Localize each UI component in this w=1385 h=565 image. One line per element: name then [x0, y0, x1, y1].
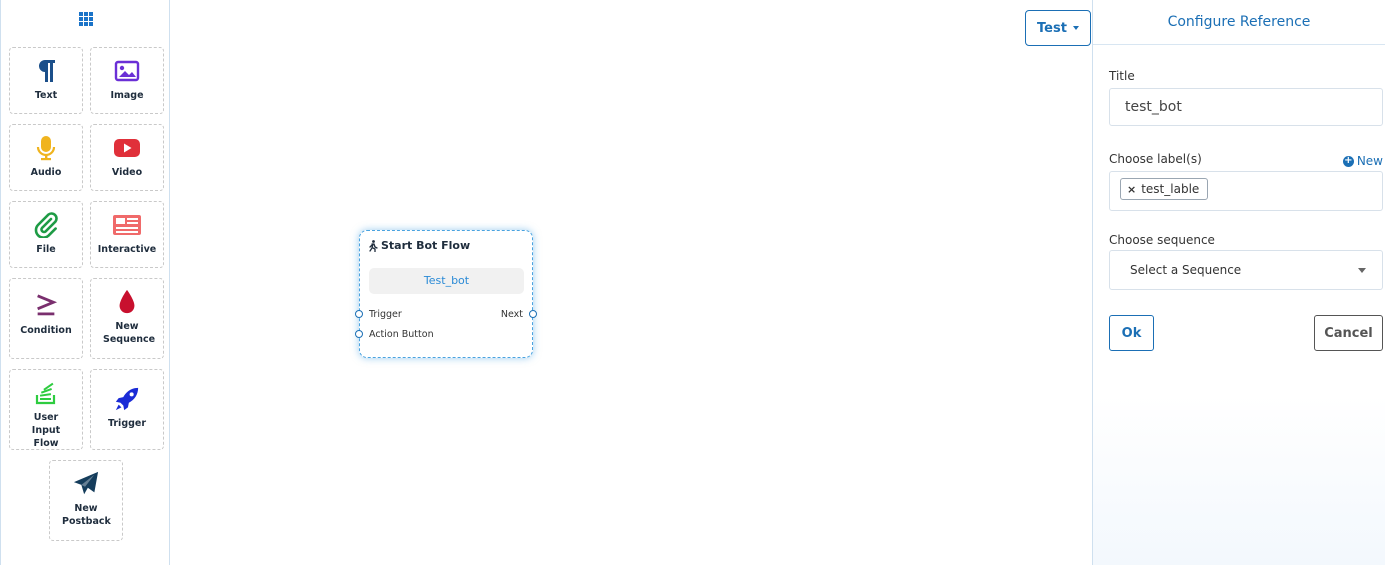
- test-button-label: Test: [1037, 20, 1067, 36]
- new-link-text: New: [1356, 154, 1383, 168]
- microphone-icon: [36, 136, 56, 161]
- palette-condition[interactable]: Condition: [9, 278, 83, 359]
- palette-text[interactable]: Text: [9, 47, 83, 114]
- start-bot-flow-node[interactable]: Start Bot Flow Test_bot Trigger Next Act…: [355, 230, 537, 358]
- remove-label-icon[interactable]: ×: [1127, 183, 1136, 196]
- flow-canvas[interactable]: [170, 0, 1092, 565]
- palette-file[interactable]: File: [9, 201, 83, 268]
- label-chip: × test_lable: [1120, 178, 1209, 200]
- palette-audio-label: Audio: [30, 167, 62, 178]
- palette-audio[interactable]: Audio: [9, 124, 83, 191]
- labels-multiselect[interactable]: × test_lable: [1109, 171, 1383, 211]
- palette-text-label: Text: [34, 90, 58, 101]
- palette-trigger-label: Trigger: [107, 418, 147, 429]
- palette-video-label: Video: [111, 167, 143, 178]
- labels-label: Choose label(s): [1109, 152, 1202, 166]
- action-button-port[interactable]: [355, 330, 363, 338]
- sequence-select[interactable]: Select a Sequence: [1109, 250, 1383, 290]
- title-input[interactable]: [1109, 88, 1383, 126]
- palette-file-label: File: [36, 244, 56, 255]
- new-label-link[interactable]: + New: [1342, 154, 1383, 168]
- palette-new-sequence-label: New Sequence: [103, 321, 156, 345]
- paper-plane-icon: [73, 471, 99, 495]
- palette-image-label: Image: [110, 90, 144, 101]
- dropdown-arrow-icon: [1358, 268, 1366, 273]
- node-bot-name[interactable]: Test_bot: [369, 268, 524, 294]
- paragraph-icon: [39, 60, 55, 82]
- plus-circle-icon: +: [1342, 154, 1354, 167]
- palette-interactive[interactable]: Interactive: [90, 201, 164, 268]
- palette-video[interactable]: Video: [90, 124, 164, 191]
- paperclip-icon: [34, 212, 58, 238]
- title-label: Title: [1109, 69, 1135, 83]
- node-next-label: Next: [500, 309, 523, 320]
- caret-down-icon: [1072, 26, 1079, 30]
- sequence-label: Choose sequence: [1109, 233, 1215, 247]
- greater-equal-icon: [37, 294, 58, 316]
- palette-new-sequence[interactable]: New Sequence: [90, 278, 164, 359]
- palette-user-input-flow[interactable]: User Input Flow: [9, 369, 83, 450]
- component-palette: Text Image Audio Video File Interactive …: [0, 0, 170, 565]
- palette-condition-label: Condition: [20, 325, 72, 336]
- droplet-icon: [119, 289, 135, 314]
- stack-overflow-icon: [35, 382, 56, 405]
- node-title-text: Start Bot Flow: [381, 239, 471, 252]
- grid-icon[interactable]: [79, 12, 93, 26]
- node-title: Start Bot Flow: [368, 239, 470, 252]
- node-trigger-label: Trigger: [369, 309, 402, 320]
- ok-button[interactable]: Ok: [1109, 315, 1154, 351]
- palette-trigger[interactable]: Trigger: [90, 369, 164, 450]
- test-dropdown-button[interactable]: Test: [1025, 10, 1091, 46]
- trigger-port[interactable]: [355, 310, 363, 318]
- configure-reference-panel: Configure Reference Title Choose label(s…: [1092, 0, 1385, 565]
- youtube-icon: [114, 139, 140, 157]
- palette-user-input-flow-label: User Input Flow: [31, 412, 61, 449]
- newspaper-icon: [113, 215, 141, 235]
- sequence-select-value: Select a Sequence: [1130, 263, 1242, 277]
- palette-interactive-label: Interactive: [97, 244, 157, 255]
- cancel-button[interactable]: Cancel: [1314, 315, 1383, 351]
- image-icon: [114, 60, 140, 82]
- rocket-icon: [115, 387, 139, 411]
- palette-image[interactable]: Image: [90, 47, 164, 114]
- palette-new-postback-label: New Postback: [62, 503, 111, 527]
- panel-heading: Configure Reference: [1093, 0, 1385, 45]
- walking-icon: [369, 239, 378, 252]
- label-chip-text: test_lable: [1141, 182, 1200, 196]
- next-port[interactable]: [529, 310, 537, 318]
- node-action-button-label: Action Button: [369, 329, 434, 340]
- palette-new-postback[interactable]: New Postback: [49, 460, 123, 541]
